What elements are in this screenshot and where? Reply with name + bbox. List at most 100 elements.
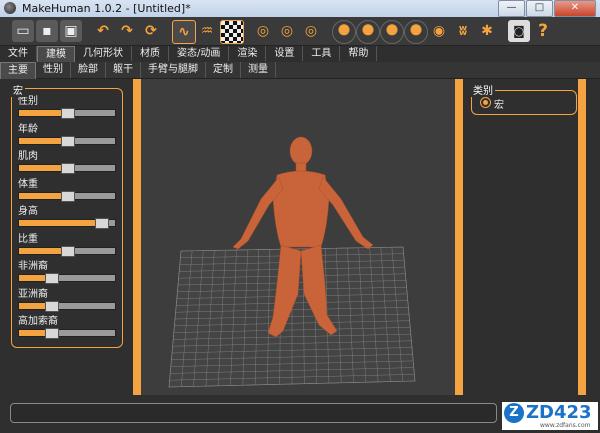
export-icon[interactable]: ▣	[60, 20, 82, 42]
subtab-face[interactable]: 脸部	[71, 62, 106, 78]
slider-5: 比重	[18, 233, 118, 257]
subtab-torso[interactable]: 躯干	[106, 62, 141, 78]
help-icon[interactable]: ?	[532, 20, 554, 42]
app-icon	[4, 2, 16, 14]
slider-fill	[19, 247, 67, 254]
slider-0: 性别	[18, 95, 118, 119]
slider-8: 高加索裔	[18, 315, 118, 339]
subtab-measure[interactable]: 测量	[241, 62, 276, 78]
tab-rendering[interactable]: 渲染	[229, 46, 267, 61]
status-bar: Z ZD423 www.zdfans.com	[0, 395, 600, 433]
reset-camera-icon[interactable]	[404, 20, 428, 44]
save-icon[interactable]: ▪	[36, 20, 58, 42]
smooth-icon[interactable]: ◉	[428, 20, 450, 42]
slider-label: 比重	[18, 233, 38, 245]
slider-7: 亚洲裔	[18, 288, 118, 312]
back-view-icon[interactable]: ◎	[276, 20, 298, 42]
slider-6: 非洲裔	[18, 260, 118, 284]
slider-track[interactable]	[18, 135, 116, 147]
slider-1: 年龄	[18, 123, 118, 147]
left-panel: 性别年龄肌肉体重身高比重非洲裔亚洲裔高加索裔 宏	[0, 79, 130, 395]
slider-3: 体重	[18, 178, 118, 202]
window-controls: — □ ✕	[497, 0, 596, 17]
3d-viewport[interactable]	[141, 79, 455, 395]
slider-fill	[19, 110, 67, 116]
slider-track[interactable]	[18, 218, 116, 229]
slider-track[interactable]	[18, 300, 116, 312]
subtab-main[interactable]: 主要	[0, 62, 36, 79]
subtab-gender[interactable]: 性别	[36, 62, 71, 78]
slider-track[interactable]	[18, 190, 116, 202]
reset-icon[interactable]: ⟳	[140, 20, 162, 42]
checker-texture-icon[interactable]	[220, 20, 244, 44]
slider-track[interactable]	[18, 273, 116, 284]
slider-4: 身高	[18, 205, 118, 229]
status-field	[10, 403, 497, 423]
slider-fill	[19, 137, 67, 144]
new-file-icon[interactable]: ▭	[12, 20, 34, 42]
slider-handle[interactable]	[45, 328, 59, 339]
tab-geometry[interactable]: 几何形状	[75, 46, 132, 61]
front-view-icon[interactable]: ◎	[252, 20, 274, 42]
slider-handle[interactable]	[61, 108, 75, 119]
slider-2: 肌肉	[18, 150, 118, 174]
category-radio-macro[interactable]	[480, 97, 491, 108]
slider-track[interactable]	[18, 163, 116, 174]
slider-fill	[19, 192, 67, 199]
watermark-url: www.zdfans.com	[540, 422, 591, 429]
pose-icon[interactable]: ✱	[476, 20, 498, 42]
slider-handle[interactable]	[45, 300, 59, 312]
slider-label: 非洲裔	[18, 261, 48, 272]
tab-settings[interactable]: 设置	[266, 46, 304, 61]
category-label-macro: 宏	[494, 100, 504, 111]
slider-handle[interactable]	[95, 218, 109, 229]
screenshot-icon[interactable]: ◙	[508, 20, 530, 42]
tab-material[interactable]: 材质	[132, 46, 169, 61]
hands-icon[interactable]: ʬ	[452, 20, 474, 42]
slider-label: 性别	[18, 96, 38, 107]
tab-file[interactable]: 文件	[0, 46, 37, 61]
slider-handle[interactable]	[45, 273, 59, 284]
watermark-brand: ZD423	[526, 402, 592, 423]
slider-handle[interactable]	[61, 245, 75, 257]
tab-modelling[interactable]: 建模	[37, 46, 75, 62]
close-button[interactable]: ✕	[554, 0, 596, 17]
right-view-icon[interactable]	[332, 20, 356, 44]
slider-track[interactable]	[18, 328, 116, 339]
macro-group-title: 宏	[11, 82, 25, 97]
slider-label: 年龄	[18, 123, 38, 135]
subtab-arms-legs[interactable]: 手臂与腿脚	[141, 62, 206, 78]
tab-help[interactable]: 帮助	[340, 46, 378, 61]
slider-fill	[19, 165, 67, 171]
slider-handle[interactable]	[61, 135, 75, 147]
right-scroll-edge[interactable]	[578, 79, 586, 395]
slider-handle[interactable]	[61, 163, 75, 174]
tab-pose-animate[interactable]: 姿态/动画	[169, 46, 230, 61]
wireframe-icon[interactable]: ∿	[172, 20, 196, 44]
window-title: MakeHuman 1.0.2 - [Untitled]*	[22, 2, 191, 15]
top-view-icon[interactable]	[356, 20, 380, 44]
skeleton-icon[interactable]: ♒	[196, 20, 218, 42]
subtab-custom[interactable]: 定制	[206, 62, 241, 78]
slider-label: 体重	[18, 178, 38, 190]
maximize-button[interactable]: □	[526, 0, 553, 17]
slider-track[interactable]	[18, 108, 116, 119]
slider-label: 亚洲裔	[18, 288, 48, 300]
slider-fill	[19, 220, 101, 226]
watermark-icon: Z	[504, 403, 524, 423]
redo-icon[interactable]: ↷	[116, 20, 138, 42]
slider-label: 身高	[18, 206, 38, 217]
left-view-icon[interactable]: ◎	[300, 20, 322, 42]
right-splitter[interactable]	[455, 79, 463, 395]
slider-handle[interactable]	[61, 190, 75, 202]
sub-tabs: 主要 性别 脸部 躯干 手臂与腿脚 定制 测量	[0, 62, 600, 79]
title-bar: MakeHuman 1.0.2 - [Untitled]* — □ ✕	[0, 0, 600, 17]
minimize-button[interactable]: —	[498, 0, 525, 17]
scene	[168, 136, 416, 388]
model-torso	[272, 170, 330, 248]
tab-utilities[interactable]: 工具	[303, 46, 341, 61]
bottom-view-icon[interactable]	[380, 20, 404, 44]
undo-icon[interactable]: ↶	[92, 20, 114, 42]
left-splitter[interactable]	[133, 79, 141, 395]
slider-track[interactable]	[18, 245, 116, 257]
